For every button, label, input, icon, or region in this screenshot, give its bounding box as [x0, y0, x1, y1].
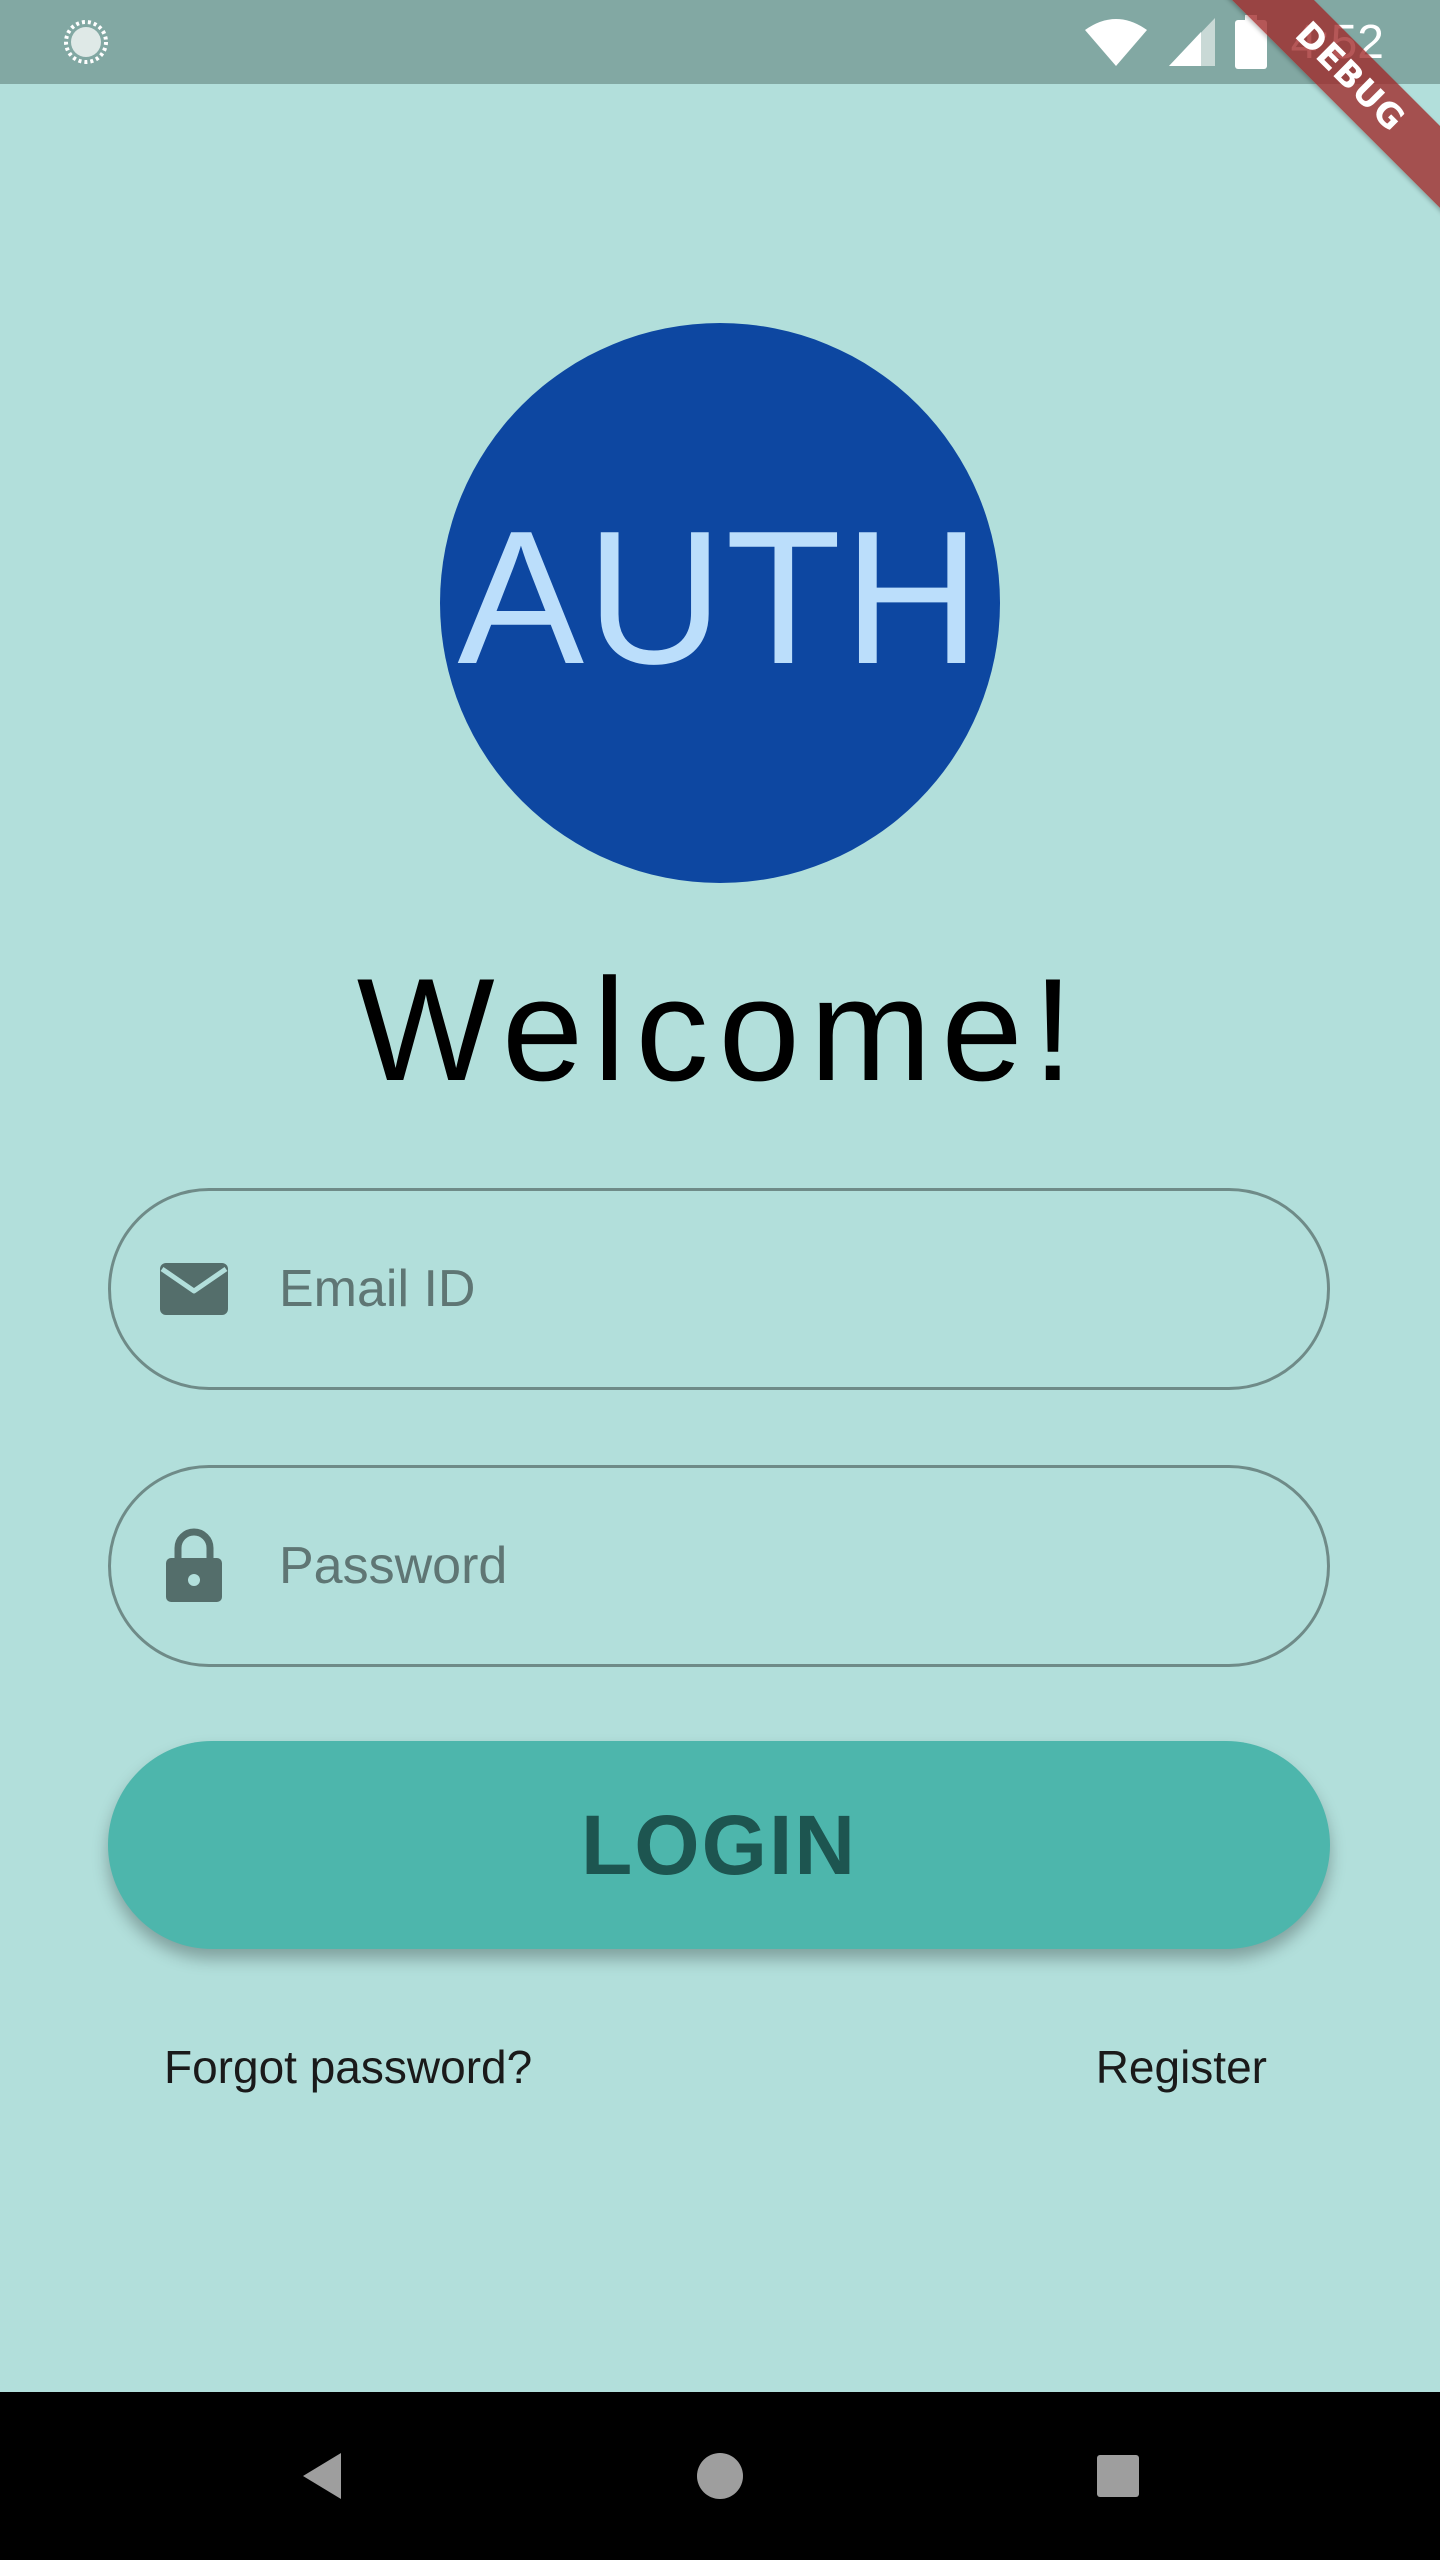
login-button[interactable]: LOGIN — [108, 1741, 1330, 1949]
wifi-icon — [1084, 19, 1147, 66]
register-link[interactable]: Register — [1096, 2040, 1267, 2094]
recents-icon — [1097, 2455, 1139, 2497]
app-logo: AUTH — [440, 323, 1000, 883]
navigation-bar — [0, 2392, 1440, 2560]
welcome-heading: Welcome! — [356, 948, 1084, 1111]
email-input[interactable] — [277, 1238, 1267, 1340]
email-field[interactable] — [108, 1188, 1330, 1390]
home-icon — [697, 2453, 743, 2499]
password-input[interactable] — [277, 1515, 1267, 1617]
mail-icon — [155, 1250, 233, 1328]
home-button[interactable] — [678, 2434, 762, 2518]
recents-button[interactable] — [1076, 2434, 1160, 2518]
loading-circle-icon — [64, 20, 108, 64]
forgot-password-link[interactable]: Forgot password? — [164, 2040, 532, 2094]
logo-text: AUTH — [457, 492, 983, 704]
password-field[interactable] — [108, 1465, 1330, 1667]
lock-icon — [155, 1527, 233, 1605]
cellular-signal-icon — [1168, 18, 1215, 66]
status-bar: 4:52 — [0, 0, 1440, 84]
back-icon — [303, 2453, 341, 2499]
back-button[interactable] — [280, 2434, 364, 2518]
login-screen: 4:52 DEBUG AUTH Welcome! LOGIN — [0, 0, 1440, 2560]
